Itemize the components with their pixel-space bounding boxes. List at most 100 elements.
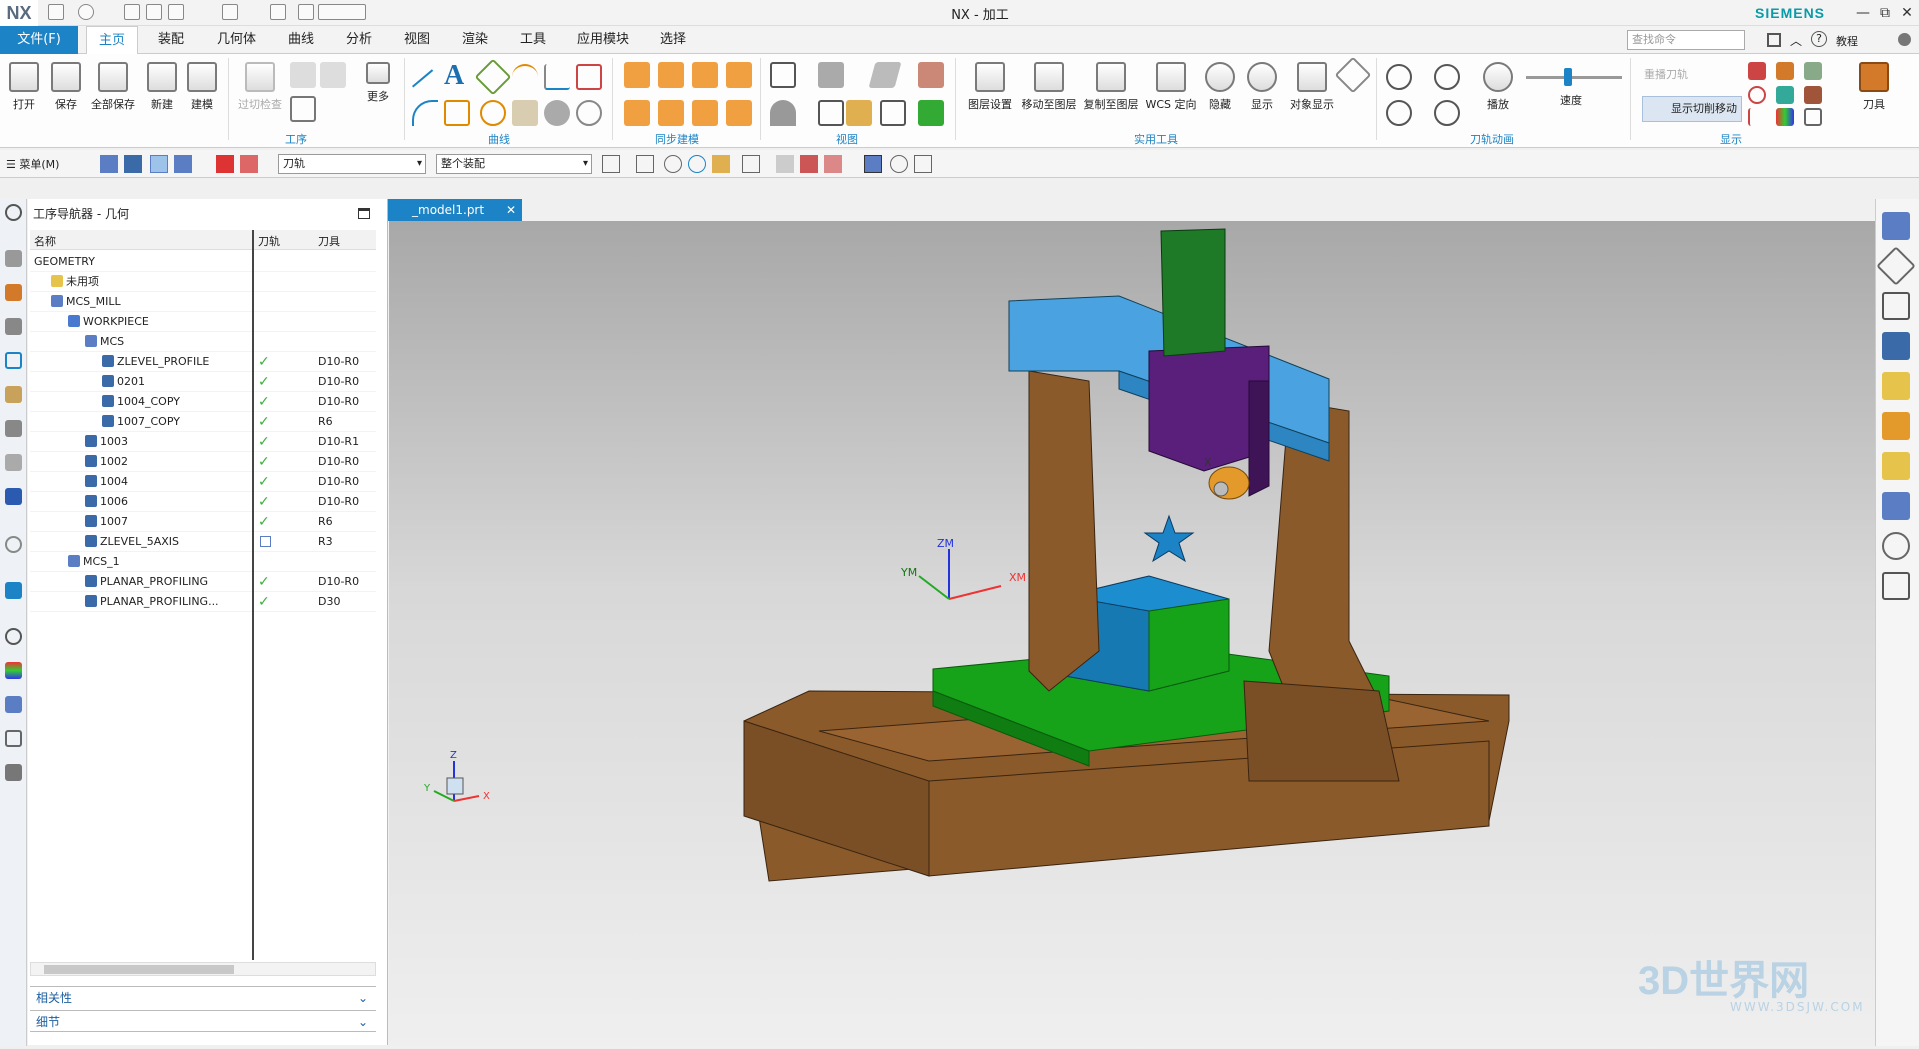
copy-icon[interactable] xyxy=(146,4,162,20)
column-toolpath[interactable]: 刀轨 xyxy=(258,233,280,249)
table-row[interactable]: 1003 ✓ D10-R1 xyxy=(30,432,376,452)
menu-button[interactable]: ☰ 菜单(M) xyxy=(6,156,59,172)
camera-icon[interactable] xyxy=(918,100,944,126)
save-button[interactable]: 保存 xyxy=(44,62,88,120)
pause-icon[interactable] xyxy=(1434,64,1460,90)
tab-application[interactable]: 应用模块 xyxy=(565,26,641,54)
tutorial-link[interactable]: 教程 xyxy=(1836,33,1858,49)
replay-toolpath-button[interactable]: 重播刀轨 xyxy=(1644,66,1688,82)
table-row[interactable]: PLANAR_PROFILING... ✓ D30 xyxy=(30,592,376,612)
tab-assembly[interactable]: 装配 xyxy=(146,26,196,54)
table-row[interactable]: 1004 ✓ D10-R0 xyxy=(30,472,376,492)
shaded-icon[interactable] xyxy=(770,100,796,126)
table-row[interactable]: MCS_MILL xyxy=(30,292,376,312)
no-display-icon[interactable] xyxy=(914,155,932,173)
operation-navigator-icon[interactable] xyxy=(5,352,22,369)
curve-path-icon[interactable] xyxy=(1748,108,1766,126)
go-to-start-icon[interactable] xyxy=(1386,100,1412,126)
hd3d-tools-icon[interactable] xyxy=(5,488,22,505)
offset-curve-icon[interactable] xyxy=(444,100,470,126)
helix-icon[interactable] xyxy=(480,100,506,126)
tab-view[interactable]: 视图 xyxy=(392,26,442,54)
surface-curve-icon[interactable] xyxy=(512,100,538,126)
copy-to-layer-button[interactable]: 复制至图层 xyxy=(1080,62,1142,120)
table-row[interactable]: 1004_COPY ✓ D10-R0 xyxy=(30,392,376,412)
paste-icon[interactable] xyxy=(168,4,184,20)
part-navigator-icon[interactable] xyxy=(5,318,22,335)
table-row[interactable]: GEOMETRY xyxy=(30,252,376,272)
open-button[interactable]: 打开 xyxy=(2,62,46,120)
offset-region-icon[interactable] xyxy=(692,62,718,88)
operation-filter-icon[interactable] xyxy=(240,155,258,173)
toolpath-filter-icon[interactable] xyxy=(216,155,234,173)
replace-face-icon[interactable] xyxy=(726,62,752,88)
show-button[interactable]: 显示 xyxy=(1242,62,1282,120)
wcs-orient-button[interactable]: WCS 定向 xyxy=(1144,62,1198,120)
cut-icon[interactable] xyxy=(124,4,140,20)
history-icon[interactable] xyxy=(5,628,22,645)
reuse-library-icon[interactable] xyxy=(5,454,22,471)
background-icon[interactable] xyxy=(846,100,872,126)
snap-quadrant-icon[interactable] xyxy=(712,155,730,173)
tab-geometry[interactable]: 几何体 xyxy=(205,26,268,54)
stock-icon[interactable] xyxy=(1804,86,1822,104)
help-icon[interactable]: ? xyxy=(1811,31,1827,47)
fit-window-icon[interactable] xyxy=(1882,572,1910,600)
machine-tool-navigator-icon[interactable] xyxy=(5,386,22,403)
tab-home[interactable]: 主页 xyxy=(86,26,139,54)
graphics-viewport[interactable]: ZM YM XM X Z X Y xyxy=(389,221,1875,1046)
details-panel[interactable]: 细节 ⌄ xyxy=(30,1010,376,1032)
assembly-navigator-icon[interactable] xyxy=(5,250,22,267)
verify-icon[interactable] xyxy=(320,62,346,88)
table-row[interactable]: MCS xyxy=(30,332,376,352)
tab-selection[interactable]: 选择 xyxy=(648,26,698,54)
restore-button[interactable]: ⧉ xyxy=(1874,3,1896,23)
sphere-curve-icon[interactable] xyxy=(544,100,570,126)
go-to-end-icon[interactable] xyxy=(1434,100,1460,126)
window-icon[interactable] xyxy=(298,4,314,20)
highlight-star-icon[interactable] xyxy=(1882,452,1910,480)
step-back-icon[interactable] xyxy=(1386,64,1412,90)
favorite-star-icon[interactable] xyxy=(1882,372,1910,400)
select-feature-icon[interactable] xyxy=(124,155,142,173)
assign-icon[interactable] xyxy=(1882,332,1910,360)
edit-section-icon[interactable] xyxy=(918,62,944,88)
make-coplanar-icon[interactable] xyxy=(726,100,752,126)
snap-midpoint-icon[interactable] xyxy=(776,155,794,173)
dependencies-panel[interactable]: 相关性 ⌄ xyxy=(30,986,376,1008)
snap-endpoint-icon[interactable] xyxy=(742,155,760,173)
visualization-icon[interactable] xyxy=(5,764,22,781)
list-icon[interactable] xyxy=(1804,108,1822,126)
delete-face-icon[interactable] xyxy=(624,100,650,126)
table-row[interactable]: 1007 ✓ R6 xyxy=(30,512,376,532)
status-icon[interactable] xyxy=(1898,33,1911,46)
extract-curve-icon[interactable] xyxy=(544,64,570,90)
table-row[interactable]: 1006 ✓ D10-R0 xyxy=(30,492,376,512)
table-row[interactable]: PLANAR_PROFILING ✓ D10-R0 xyxy=(30,572,376,592)
tool-holder-icon[interactable] xyxy=(1804,62,1822,80)
text-icon[interactable]: A xyxy=(444,60,464,92)
table-row[interactable]: ZLEVEL_PROFILE ✓ D10-R0 xyxy=(30,352,376,372)
object-display-button[interactable]: 对象显示 xyxy=(1284,62,1340,120)
postprocess-icon[interactable] xyxy=(290,96,316,122)
table-row[interactable]: ZLEVEL_5AXIS R3 xyxy=(30,532,376,552)
project-curve-icon[interactable] xyxy=(576,64,602,90)
process-studio-icon[interactable] xyxy=(5,730,22,747)
copy-face-icon[interactable] xyxy=(692,100,718,126)
constraint-navigator-icon[interactable] xyxy=(5,284,22,301)
feed-icon[interactable] xyxy=(1748,86,1766,104)
close-tab-icon[interactable]: ✕ xyxy=(506,199,516,221)
resize-blend-icon[interactable] xyxy=(658,100,684,126)
table-row[interactable]: 1002 ✓ D10-R0 xyxy=(30,452,376,472)
show-cut-moves-button[interactable]: 显示切削移动 xyxy=(1642,96,1742,122)
table-row[interactable]: 未用项 xyxy=(30,272,376,292)
snap-icon[interactable] xyxy=(636,155,654,173)
color-map-icon[interactable] xyxy=(1776,108,1794,126)
mcs-icon[interactable] xyxy=(864,155,882,173)
tool-button[interactable]: 刀具 xyxy=(1852,62,1896,120)
hide-button[interactable]: 隐藏 xyxy=(1200,62,1240,120)
general-filter-icon[interactable] xyxy=(602,155,620,173)
window-menu[interactable] xyxy=(318,4,366,20)
close-button[interactable]: ✕ xyxy=(1896,3,1918,23)
table-row[interactable]: 0201 ✓ D10-R0 xyxy=(30,372,376,392)
